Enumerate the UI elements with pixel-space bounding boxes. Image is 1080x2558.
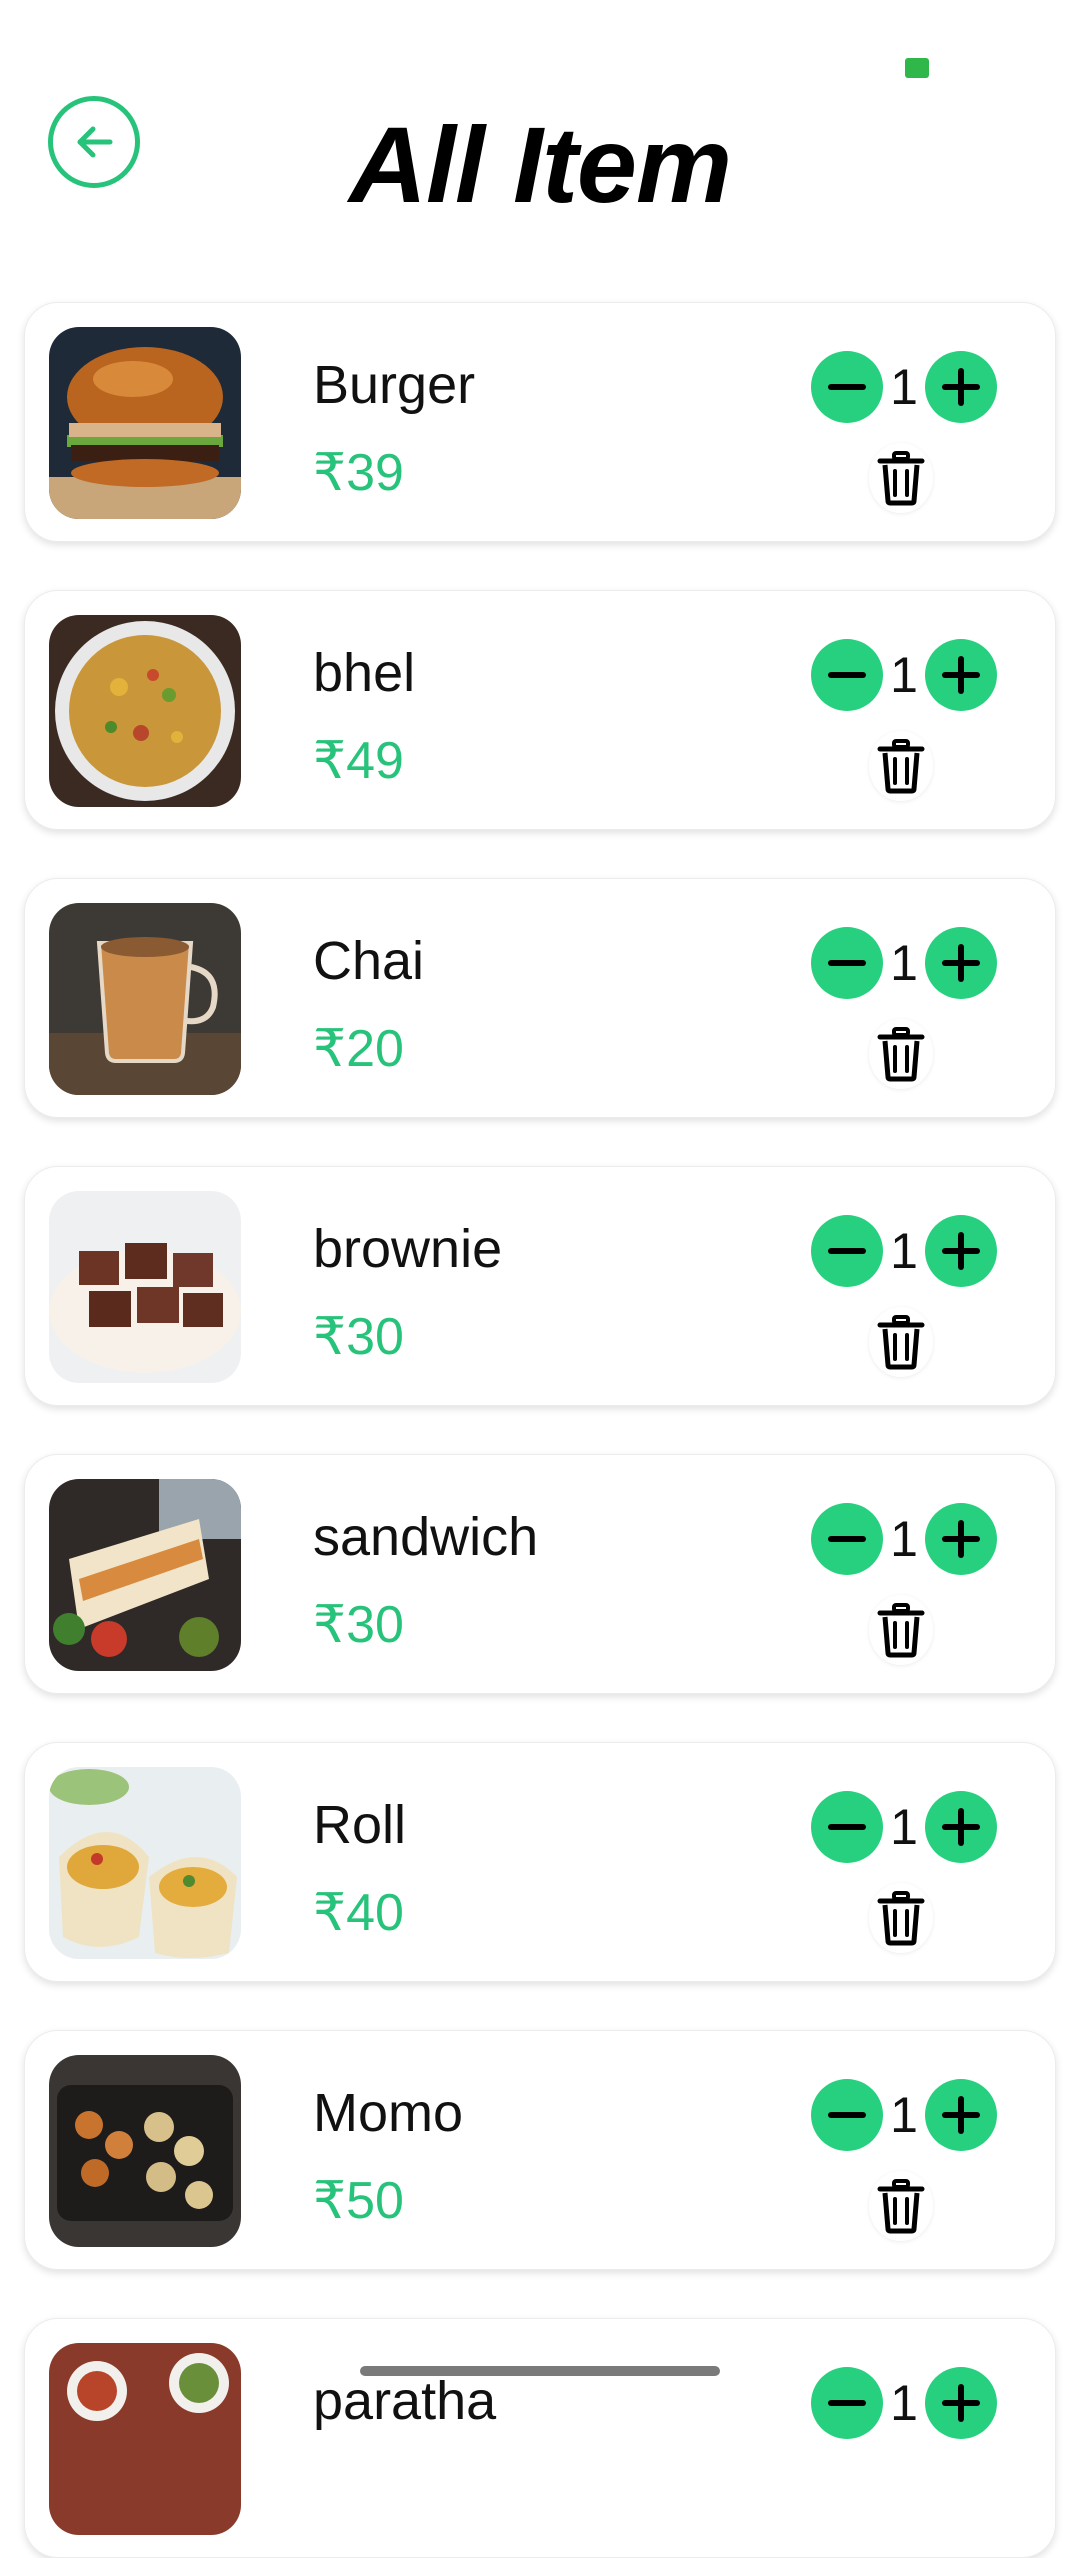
plus-icon [942,2096,980,2134]
cart-item-card: sandwich ₹30 1 [24,1454,1056,1694]
trash-icon [877,739,925,794]
decrease-quantity-button[interactable] [811,1791,883,1863]
minus-icon [828,960,866,966]
item-image [49,327,241,519]
item-image [49,2055,241,2247]
quantity-value: 1 [890,359,918,415]
decrease-quantity-button[interactable] [811,639,883,711]
trash-icon [877,451,925,506]
plus-icon [942,656,980,694]
plus-icon [942,1232,980,1270]
item-price: ₹20 [313,1020,404,1078]
item-price: ₹30 [313,1596,404,1654]
delete-item-button[interactable] [869,1883,933,1953]
quantity-value: 1 [890,647,918,703]
item-name: brownie [313,1219,503,1279]
minus-icon [828,2400,866,2406]
cart-item-card: brownie ₹30 1 [24,1166,1056,1406]
delete-item-button[interactable] [869,1019,933,1089]
minus-icon [828,2112,866,2118]
item-price: ₹49 [313,732,404,790]
quantity-value: 1 [890,935,918,991]
decrease-quantity-button[interactable] [811,927,883,999]
increase-quantity-button[interactable] [925,1215,997,1287]
quantity-value: 1 [890,1511,918,1567]
item-name: Burger [313,355,476,415]
increase-quantity-button[interactable] [925,927,997,999]
trash-icon [877,2179,925,2234]
minus-icon [828,1824,866,1830]
trash-icon [877,1027,925,1082]
cart-item-card: Burger ₹39 1 [24,302,1056,542]
decrease-quantity-button[interactable] [811,2079,883,2151]
page-title: All Item [348,104,732,225]
plus-icon [942,2384,980,2422]
item-image [49,1767,241,1959]
item-name: Momo [313,2083,464,2143]
plus-icon [942,1520,980,1558]
item-image [49,615,241,807]
item-name: Chai [313,931,425,991]
trash-icon [877,1603,925,1658]
minus-icon [828,1248,866,1254]
increase-quantity-button[interactable] [925,2079,997,2151]
delete-item-button[interactable] [869,443,933,513]
item-price: ₹50 [313,2172,404,2230]
trash-icon [877,1315,925,1370]
decrease-quantity-button[interactable] [811,351,883,423]
item-name: bhel [313,643,416,703]
cart-item-card: Momo ₹50 1 [24,2030,1056,2270]
decrease-quantity-button[interactable] [811,2367,883,2439]
decrease-quantity-button[interactable] [811,1503,883,1575]
minus-icon [828,384,866,390]
item-price: ₹39 [313,444,404,502]
plus-icon [942,944,980,982]
delete-item-button[interactable] [869,1307,933,1377]
delete-item-button[interactable] [869,1595,933,1665]
item-name: sandwich [313,1507,539,1567]
status-indicator-icon [905,58,929,78]
cart-item-card: Chai ₹20 1 [24,878,1056,1118]
item-image [49,903,241,1095]
increase-quantity-button[interactable] [925,639,997,711]
item-image [49,2343,241,2535]
increase-quantity-button[interactable] [925,1503,997,1575]
quantity-value: 1 [890,1799,918,1855]
item-name: paratha [313,2371,497,2431]
quantity-value: 1 [890,1223,918,1279]
delete-item-button[interactable] [869,731,933,801]
decrease-quantity-button[interactable] [811,1215,883,1287]
item-image [49,1191,241,1383]
item-price: ₹30 [313,1308,404,1366]
increase-quantity-button[interactable] [925,2367,997,2439]
plus-icon [942,368,980,406]
minus-icon [828,672,866,678]
home-indicator[interactable] [360,2366,720,2376]
item-image [49,1479,241,1671]
item-name: Roll [313,1795,407,1855]
cart-item-card: paratha 1 [24,2318,1056,2558]
increase-quantity-button[interactable] [925,1791,997,1863]
trash-icon [877,1891,925,1946]
cart-item-card: Roll ₹40 1 [24,1742,1056,1982]
delete-item-button[interactable] [869,2171,933,2241]
item-price: ₹40 [313,1884,404,1942]
quantity-value: 1 [890,2087,918,2143]
quantity-value: 1 [890,2375,918,2431]
minus-icon [828,1536,866,1542]
plus-icon [942,1808,980,1846]
increase-quantity-button[interactable] [925,351,997,423]
cart-item-card: bhel ₹49 1 [24,590,1056,830]
